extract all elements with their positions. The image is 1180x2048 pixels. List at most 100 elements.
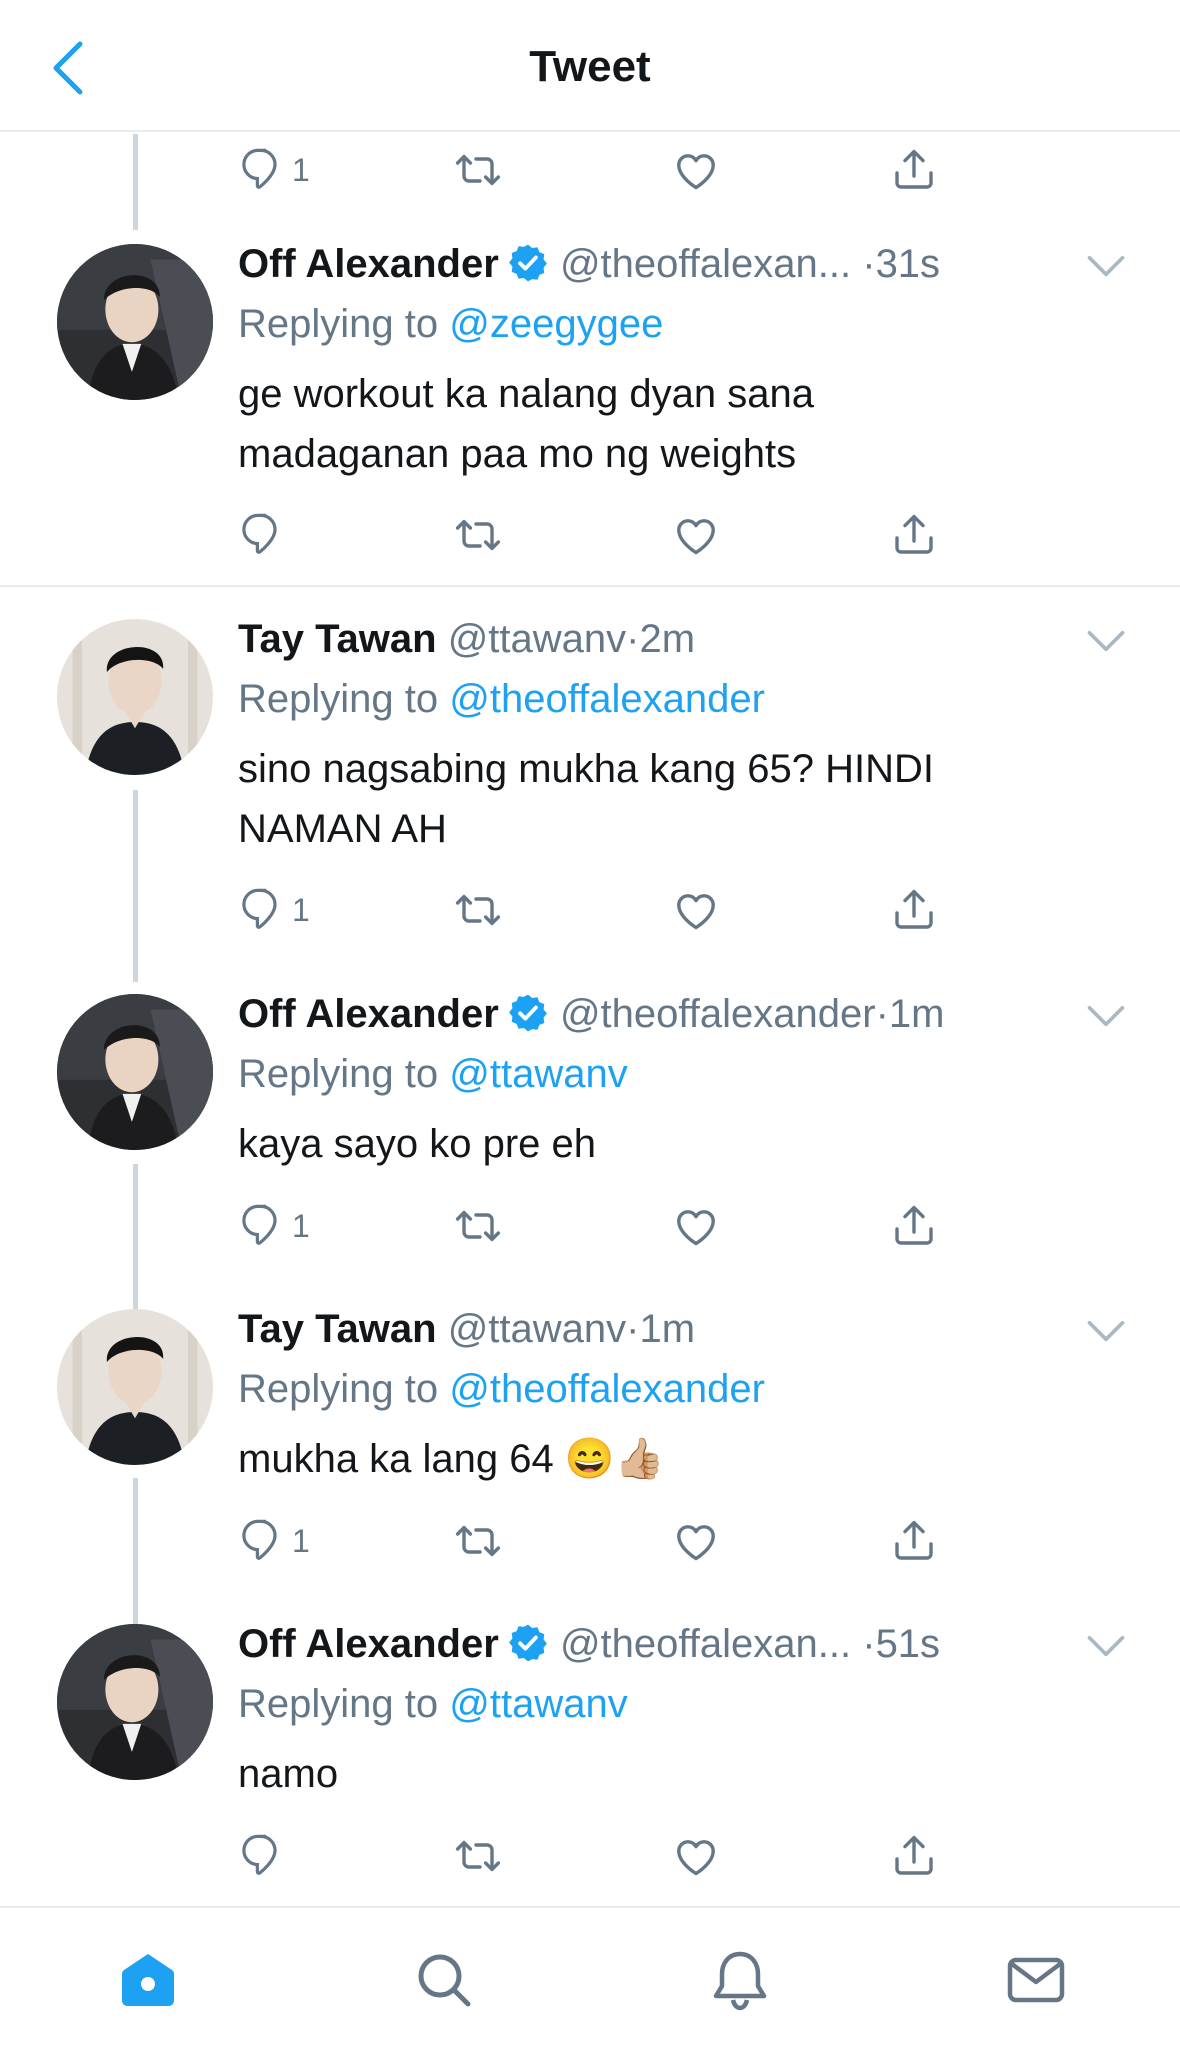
mention-link[interactable]: @ttawanv bbox=[449, 1052, 627, 1096]
retweet-button[interactable] bbox=[454, 1513, 502, 1569]
user-handle[interactable]: @theoffalexander bbox=[560, 992, 876, 1036]
mention-link[interactable]: @zeegygee bbox=[449, 302, 663, 346]
tweet-actions bbox=[238, 507, 958, 563]
tweet-text: kaya sayo ko pre eh bbox=[238, 1114, 1078, 1174]
tweet-header: Off Alexander @theoffalexan... ·51s bbox=[238, 1618, 940, 1670]
replying-to: Replying to @theoffalexander bbox=[238, 1363, 765, 1415]
tweet[interactable]: Off Alexander @theoffalexan... ·51s Repl… bbox=[0, 1610, 1180, 1905]
user-handle[interactable]: @ttawanv bbox=[448, 1307, 626, 1351]
tweet-text-line: NAMAN AH bbox=[238, 807, 447, 851]
mail-icon bbox=[1007, 1957, 1065, 2003]
share-button[interactable] bbox=[890, 882, 938, 938]
chevron-down-icon[interactable] bbox=[1084, 1632, 1128, 1662]
share-button[interactable] bbox=[890, 1828, 938, 1884]
user-handle[interactable]: @ttawanv bbox=[448, 617, 626, 661]
replying-to: Replying to @theoffalexander bbox=[238, 673, 765, 725]
display-name[interactable]: Off Alexander bbox=[238, 1622, 499, 1666]
page-title: Tweet bbox=[529, 42, 651, 91]
tweet-header: Off Alexander @theoffalexander·1m bbox=[238, 988, 945, 1040]
retweet-icon bbox=[454, 146, 502, 194]
display-name[interactable]: Off Alexander bbox=[238, 242, 499, 286]
reply-icon bbox=[238, 1517, 286, 1565]
share-button[interactable] bbox=[890, 1513, 938, 1569]
separator-dot: · bbox=[862, 1622, 876, 1666]
retweet-button[interactable] bbox=[454, 882, 502, 938]
reply-icon bbox=[238, 511, 286, 559]
chevron-down-icon[interactable] bbox=[1084, 627, 1128, 657]
avatar[interactable] bbox=[57, 619, 213, 775]
bell-icon bbox=[713, 1951, 767, 2011]
share-icon bbox=[890, 1517, 938, 1565]
heart-icon bbox=[672, 1517, 720, 1565]
heart-icon bbox=[672, 1832, 720, 1880]
replying-to: Replying to @ttawanv bbox=[238, 1678, 628, 1730]
like-button[interactable] bbox=[672, 882, 720, 938]
share-button[interactable] bbox=[890, 1198, 938, 1254]
separator-dot: · bbox=[626, 1307, 640, 1351]
tab-search[interactable] bbox=[412, 1948, 476, 2012]
tweet[interactable]: Tay Tawan @ttawanv·1m Replying to @theof… bbox=[0, 1295, 1180, 1595]
tweet-text: namo bbox=[238, 1744, 1078, 1804]
chevron-down-icon[interactable] bbox=[1084, 1002, 1128, 1032]
reply-icon bbox=[238, 146, 286, 194]
reply-button[interactable] bbox=[238, 1828, 292, 1884]
reply-button[interactable]: 1 bbox=[238, 142, 310, 198]
tab-home[interactable] bbox=[116, 1948, 180, 2012]
tweet[interactable]: Off Alexander @theoffalexan... ·31s Repl… bbox=[0, 230, 1180, 585]
avatar[interactable] bbox=[57, 244, 213, 400]
retweet-button[interactable] bbox=[454, 1198, 502, 1254]
replying-to-label: Replying to bbox=[238, 302, 439, 346]
tweet-actions bbox=[238, 1828, 958, 1884]
user-handle[interactable]: @theoffalexan... bbox=[560, 242, 851, 286]
tweet-text-line: madaganan paa mo ng weights bbox=[238, 432, 797, 476]
mention-link[interactable]: @theoffalexander bbox=[449, 677, 765, 721]
chevron-down-icon[interactable] bbox=[1084, 1317, 1128, 1347]
avatar[interactable] bbox=[57, 1309, 213, 1465]
timestamp: 51s bbox=[875, 1622, 941, 1666]
tweet-actions: 1 bbox=[238, 882, 958, 938]
top-nav-bar: Tweet bbox=[0, 0, 1180, 132]
display-name[interactable]: Off Alexander bbox=[238, 992, 499, 1036]
retweet-button[interactable] bbox=[454, 507, 502, 563]
avatar[interactable] bbox=[57, 994, 213, 1150]
reply-button[interactable] bbox=[238, 507, 292, 563]
mention-link[interactable]: @ttawanv bbox=[449, 1682, 627, 1726]
reply-button[interactable]: 1 bbox=[238, 1198, 310, 1254]
reply-count: 1 bbox=[292, 1207, 310, 1244]
like-button[interactable] bbox=[672, 1198, 720, 1254]
share-button[interactable] bbox=[890, 507, 938, 563]
like-button[interactable] bbox=[672, 507, 720, 563]
avatar[interactable] bbox=[57, 1624, 213, 1780]
reply-count: 1 bbox=[292, 151, 310, 188]
timestamp: 31s bbox=[875, 242, 941, 286]
tweet[interactable]: 1 bbox=[0, 132, 1180, 232]
share-icon bbox=[890, 1202, 938, 1250]
retweet-button[interactable] bbox=[454, 142, 502, 198]
share-button[interactable] bbox=[890, 142, 938, 198]
tweet[interactable]: Tay Tawan @ttawanv·2m Replying to @theof… bbox=[0, 605, 1180, 965]
replying-to-label: Replying to bbox=[238, 1682, 439, 1726]
retweet-button[interactable] bbox=[454, 1828, 502, 1884]
reply-button[interactable]: 1 bbox=[238, 1513, 310, 1569]
heart-icon bbox=[672, 886, 720, 934]
timestamp: 1m bbox=[639, 1307, 696, 1351]
home-icon bbox=[122, 1954, 174, 2006]
tab-messages[interactable] bbox=[1004, 1948, 1068, 2012]
mention-link[interactable]: @theoffalexander bbox=[449, 1367, 765, 1411]
display-name[interactable]: Tay Tawan bbox=[238, 1307, 437, 1351]
like-button[interactable] bbox=[672, 1828, 720, 1884]
reply-count: 1 bbox=[292, 1522, 310, 1559]
reply-button[interactable]: 1 bbox=[238, 882, 310, 938]
tab-notifications[interactable] bbox=[708, 1948, 772, 2012]
verified-badge-icon bbox=[507, 242, 549, 284]
user-handle[interactable]: @theoffalexan... bbox=[560, 1622, 851, 1666]
timestamp: 1m bbox=[888, 992, 945, 1036]
tweet-actions: 1 bbox=[238, 1513, 958, 1569]
tweet[interactable]: Off Alexander @theoffalexander·1m Replyi… bbox=[0, 980, 1180, 1280]
tweet-actions: 1 bbox=[238, 1198, 958, 1254]
share-icon bbox=[890, 1832, 938, 1880]
display-name[interactable]: Tay Tawan bbox=[238, 617, 437, 661]
like-button[interactable] bbox=[672, 142, 720, 198]
chevron-down-icon[interactable] bbox=[1084, 252, 1128, 282]
like-button[interactable] bbox=[672, 1513, 720, 1569]
